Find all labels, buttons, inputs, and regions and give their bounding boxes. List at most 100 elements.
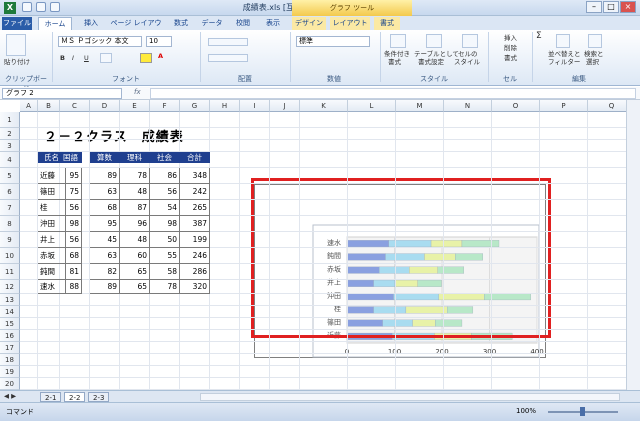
- column-header-A[interactable]: A: [20, 100, 38, 112]
- minimize-icon[interactable]: –: [586, 1, 602, 13]
- table-cell[interactable]: 89: [90, 168, 120, 184]
- border-icon[interactable]: [100, 53, 112, 63]
- table-cell[interactable]: 55: [150, 248, 180, 264]
- bold-button[interactable]: B: [60, 54, 65, 62]
- table-cell[interactable]: 98: [150, 216, 180, 232]
- table-header-cell[interactable]: 国語: [60, 152, 82, 163]
- tab-layout[interactable]: レイアウト: [330, 17, 370, 30]
- tab-review[interactable]: 校閲: [230, 17, 256, 30]
- tab-insert[interactable]: 挿入: [78, 17, 104, 30]
- tab-format[interactable]: 書式: [374, 17, 400, 30]
- row-header-1[interactable]: 1: [0, 112, 20, 128]
- name-box[interactable]: グラフ 2: [2, 88, 122, 99]
- tab-file[interactable]: ファイル: [2, 17, 32, 30]
- table-cell[interactable]: 88: [60, 280, 82, 294]
- tab-home[interactable]: ホーム: [38, 17, 72, 30]
- table-cell[interactable]: 65: [120, 264, 150, 280]
- table-cell[interactable]: 45: [90, 232, 120, 248]
- row-header-9[interactable]: 9: [0, 232, 20, 248]
- table-cell[interactable]: 246: [180, 248, 210, 264]
- column-header-L[interactable]: L: [348, 100, 396, 112]
- zoom-level[interactable]: 100%: [516, 407, 536, 415]
- font-color-icon[interactable]: A: [158, 52, 163, 60]
- align-left-icon[interactable]: [208, 54, 248, 62]
- table-cell[interactable]: 348: [180, 168, 210, 184]
- row-header-20[interactable]: 20: [0, 378, 20, 390]
- table-cell[interactable]: 56: [60, 232, 82, 248]
- column-header-O[interactable]: O: [492, 100, 540, 112]
- horizontal-scrollbar[interactable]: [200, 393, 620, 401]
- table-cell[interactable]: 58: [150, 264, 180, 280]
- column-header-F[interactable]: F: [150, 100, 180, 112]
- table-cell[interactable]: 54: [150, 200, 180, 216]
- sheet-title[interactable]: ２－２クラス 成績表: [44, 126, 184, 145]
- row-header-6[interactable]: 6: [0, 184, 20, 200]
- tab-page-layout[interactable]: ページ レイアウト: [108, 17, 164, 40]
- row-header-14[interactable]: 14: [0, 306, 20, 318]
- restore-icon[interactable]: □: [603, 1, 619, 13]
- tab-data[interactable]: データ: [198, 17, 226, 30]
- sheet-tab-2-3[interactable]: 2-3: [88, 392, 110, 402]
- table-cell[interactable]: 48: [120, 232, 150, 248]
- column-header-N[interactable]: N: [444, 100, 492, 112]
- row-header-10[interactable]: 10: [0, 248, 20, 264]
- font-size-select[interactable]: 10: [146, 36, 172, 47]
- row-header-4[interactable]: 4: [0, 152, 20, 168]
- paste-icon[interactable]: [6, 34, 26, 56]
- conditional-format-icon[interactable]: [390, 34, 406, 48]
- align-top-icon[interactable]: [208, 38, 248, 46]
- row-header-3[interactable]: 3: [0, 140, 20, 152]
- table-cell[interactable]: 56: [60, 200, 82, 216]
- table-cell[interactable]: 68: [90, 200, 120, 216]
- table-cell[interactable]: 89: [90, 280, 120, 294]
- sheet-nav-icon[interactable]: ◀ ▶: [4, 392, 16, 400]
- table-cell[interactable]: 68: [60, 248, 82, 264]
- table-cell[interactable]: 65: [120, 280, 150, 294]
- tab-formulas[interactable]: 数式: [168, 17, 194, 30]
- table-cell[interactable]: 75: [60, 184, 82, 200]
- fill-color-icon[interactable]: [140, 53, 152, 63]
- table-cell[interactable]: 98: [60, 216, 82, 232]
- table-cell[interactable]: 96: [120, 216, 150, 232]
- sheet-tab-2-1[interactable]: 2-1: [40, 392, 62, 402]
- column-header-P[interactable]: P: [540, 100, 588, 112]
- number-format-select[interactable]: 標準: [296, 36, 370, 47]
- column-header-I[interactable]: I: [240, 100, 270, 112]
- row-header-19[interactable]: 19: [0, 366, 20, 378]
- italic-button[interactable]: I: [72, 54, 74, 62]
- delete-cells-button[interactable]: 削除: [504, 44, 517, 52]
- table-cell[interactable]: 60: [120, 248, 150, 264]
- table-cell[interactable]: 48: [120, 184, 150, 200]
- format-cells-button[interactable]: 書式: [504, 54, 517, 62]
- row-header-8[interactable]: 8: [0, 216, 20, 232]
- table-format-icon[interactable]: [426, 34, 442, 48]
- table-header-cell[interactable]: 算数: [90, 152, 120, 163]
- column-header-J[interactable]: J: [270, 100, 300, 112]
- find-icon[interactable]: [588, 34, 602, 48]
- table-cell[interactable]: 78: [150, 280, 180, 294]
- sheet-tab-2-2[interactable]: 2-2: [64, 392, 86, 402]
- table-cell[interactable]: 86: [150, 168, 180, 184]
- autosum-icon[interactable]: Σ: [536, 32, 542, 41]
- table-cell[interactable]: 286: [180, 264, 210, 280]
- close-icon[interactable]: ×: [620, 1, 636, 13]
- column-header-C[interactable]: C: [60, 100, 90, 112]
- table-header-cell[interactable]: 理科: [120, 152, 150, 163]
- table-cell[interactable]: 63: [90, 184, 120, 200]
- table-cell[interactable]: 63: [90, 248, 120, 264]
- table-cell[interactable]: 87: [120, 200, 150, 216]
- row-header-18[interactable]: 18: [0, 354, 20, 366]
- table-cell[interactable]: 81: [60, 264, 82, 280]
- zoom-slider-thumb[interactable]: [580, 407, 585, 416]
- table-cell[interactable]: 387: [180, 216, 210, 232]
- row-header-5[interactable]: 5: [0, 168, 20, 184]
- row-header-2[interactable]: 2: [0, 128, 20, 140]
- table-cell[interactable]: 242: [180, 184, 210, 200]
- column-header-K[interactable]: K: [300, 100, 348, 112]
- table-cell[interactable]: 95: [60, 168, 82, 184]
- tab-view[interactable]: 表示: [260, 17, 286, 30]
- table-cell[interactable]: 78: [120, 168, 150, 184]
- vertical-scrollbar[interactable]: [626, 100, 640, 390]
- worksheet-grid[interactable]: ２－２クラス 成績表 0100200300400速水鈍間赤坂井上沖田桂篠田近藤国…: [0, 100, 640, 390]
- column-header-D[interactable]: D: [90, 100, 120, 112]
